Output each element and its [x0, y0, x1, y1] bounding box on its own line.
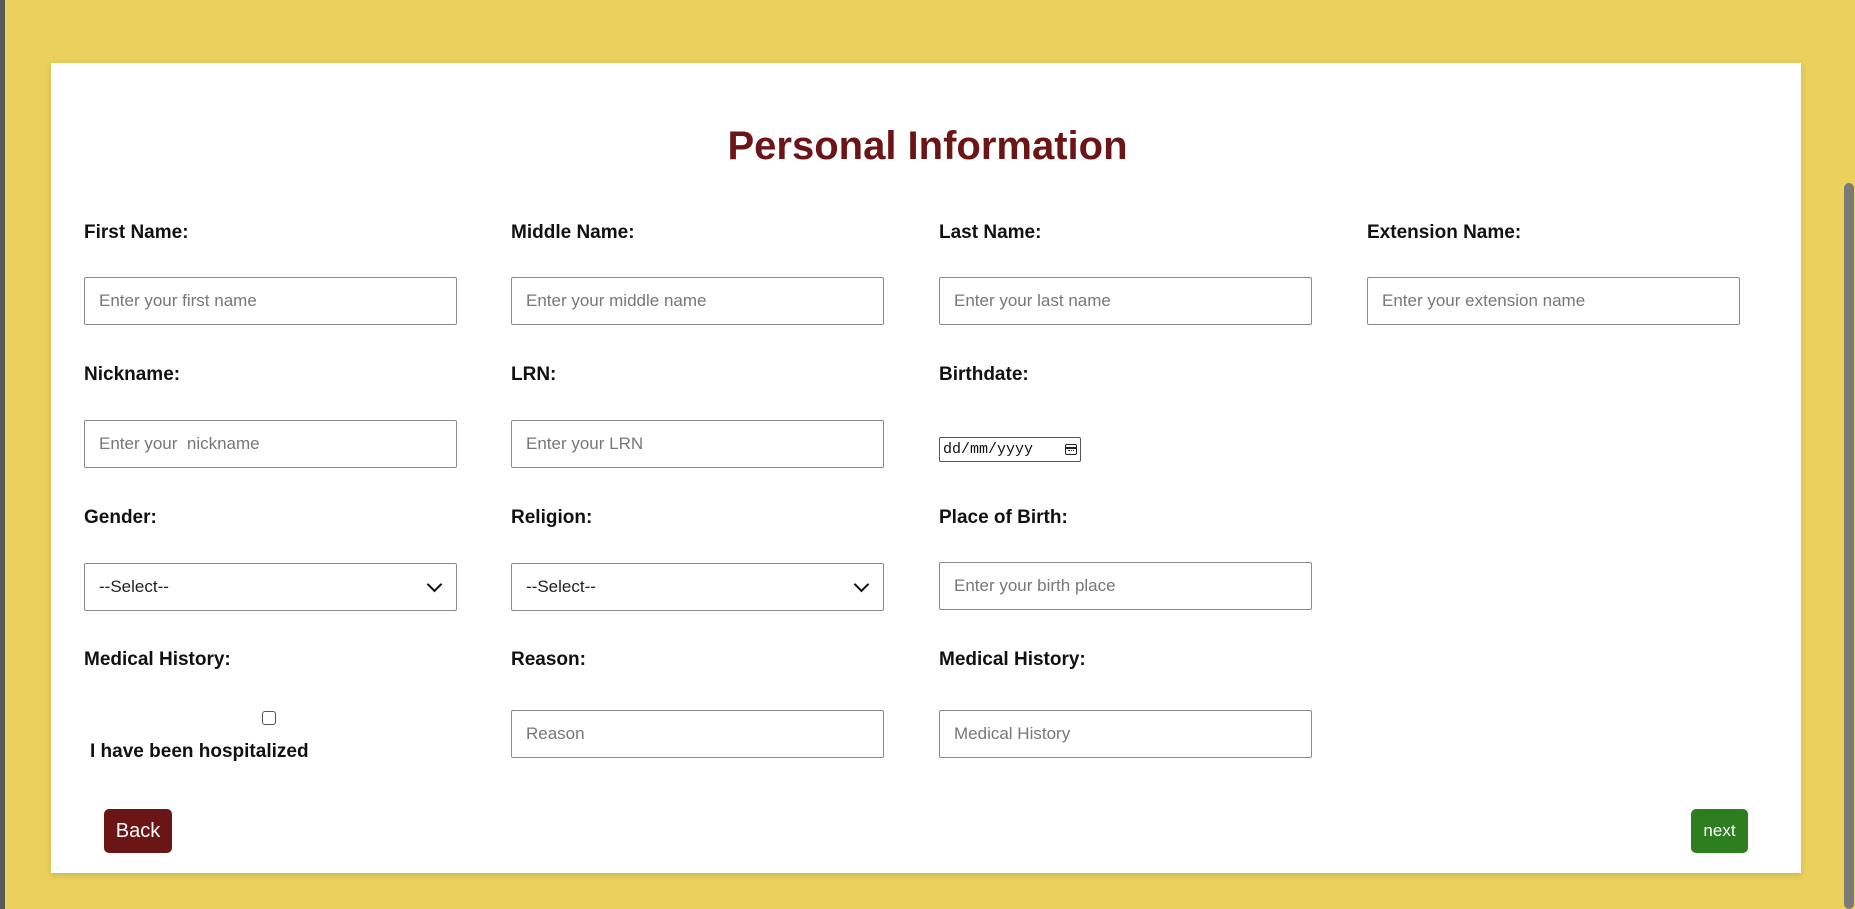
reason-label: Reason: — [511, 649, 586, 670]
chevron-down-icon — [426, 576, 443, 593]
chevron-down-icon — [853, 576, 870, 593]
medical-history-input[interactable] — [939, 710, 1312, 758]
religion-label: Religion: — [511, 507, 593, 528]
last-name-input[interactable] — [939, 277, 1312, 325]
first-name-input[interactable] — [84, 277, 457, 325]
place-of-birth-label: Place of Birth: — [939, 507, 1068, 528]
nickname-label: Nickname: — [84, 364, 181, 385]
hospitalized-checkbox[interactable] — [262, 711, 276, 725]
back-button[interactable]: Back — [104, 809, 172, 853]
medical-history-check-label: Medical History: — [84, 649, 231, 670]
first-name-label: First Name: — [84, 222, 189, 243]
gender-select[interactable]: --Select-- — [84, 563, 457, 611]
lrn-label: LRN: — [511, 364, 557, 385]
hospitalized-checkbox-label[interactable]: I have been hospitalized — [90, 741, 309, 763]
middle-name-input[interactable] — [511, 277, 884, 325]
gender-selected-value: --Select-- — [99, 577, 169, 596]
next-button[interactable]: next — [1691, 809, 1748, 853]
religion-selected-value: --Select-- — [526, 577, 596, 596]
lrn-input[interactable] — [511, 420, 884, 468]
religion-select[interactable]: --Select-- — [511, 563, 884, 611]
reason-input[interactable] — [511, 710, 884, 758]
calendar-icon[interactable] — [1065, 444, 1077, 455]
last-name-label: Last Name: — [939, 222, 1042, 243]
page-title: Personal Information — [727, 124, 1128, 168]
birthdate-input[interactable]: dd/mm/yyyy — [939, 437, 1081, 462]
nickname-input[interactable] — [84, 420, 457, 468]
extension-name-input[interactable] — [1367, 277, 1740, 325]
gender-label: Gender: — [84, 507, 157, 528]
birthdate-label: Birthdate: — [939, 364, 1029, 385]
place-of-birth-input[interactable] — [939, 562, 1312, 610]
form-card — [51, 63, 1801, 873]
extension-name-label: Extension Name: — [1367, 222, 1522, 243]
middle-name-label: Middle Name: — [511, 222, 635, 243]
scrollbar-thumb[interactable] — [1844, 183, 1854, 909]
birthdate-value: dd/mm/yyyy — [943, 441, 1034, 458]
medical-history-label: Medical History: — [939, 649, 1086, 670]
